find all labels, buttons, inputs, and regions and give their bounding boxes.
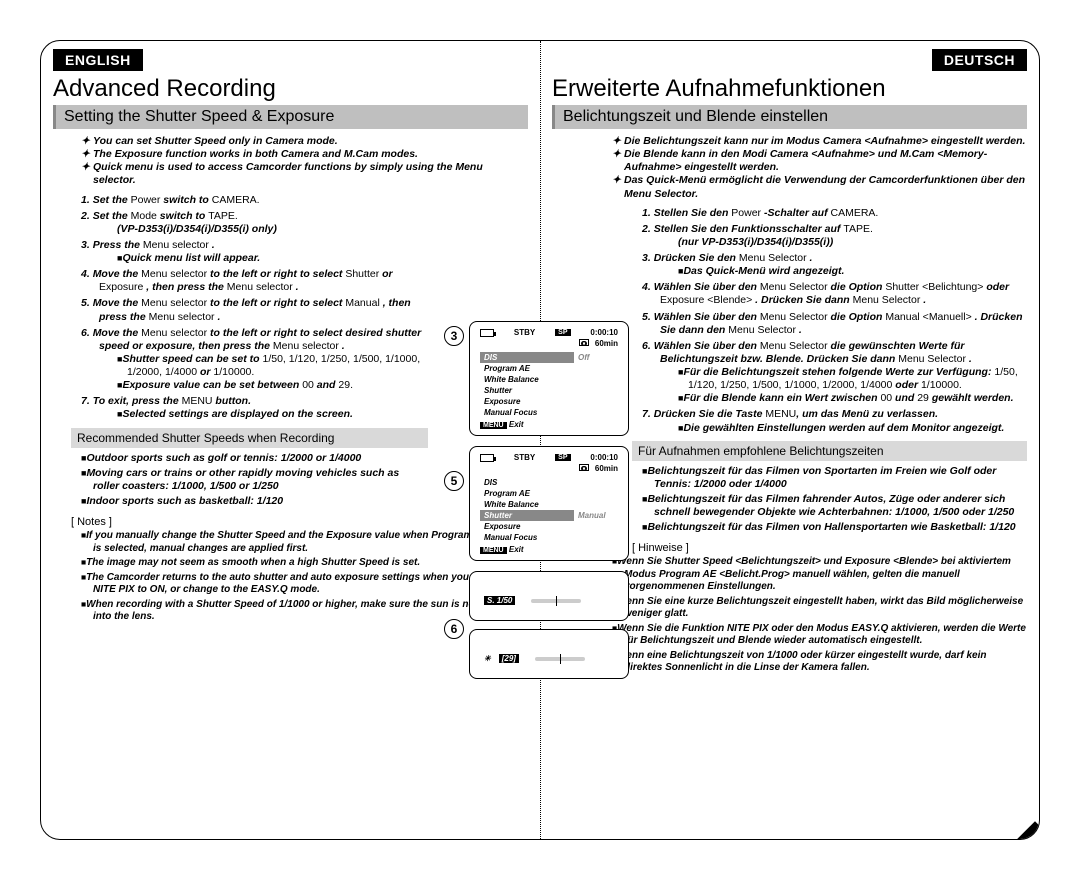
stby-label: STBY [514, 328, 535, 337]
note-item: When recording with a Shutter Speed of 1… [81, 599, 528, 624]
step-6: 6. Move the Menu selector to the left or… [81, 327, 428, 393]
bullet-item: Outdoor sports such as golf or tennis: 1… [81, 452, 428, 465]
intro-de: Die Belichtungszeit kann nur im Modus Ca… [552, 133, 1027, 207]
lcd-screen-3: STBY SP 0:00:10 60min DISOff Program AE Wh… [469, 321, 629, 436]
manual-page: ENGLISH Advanced Recording Setting the S… [40, 40, 1040, 840]
battery-icon [480, 329, 494, 337]
intro-item: Die Blende kann in den Modi Camera <Aufn… [612, 148, 1027, 174]
menu-row: DIS [480, 477, 618, 488]
callout-circle-6: 6 [444, 619, 464, 639]
exposure-value: [29] [499, 654, 519, 663]
step-2: 2. Set the Mode switch to TAPE.(VP-D353(… [81, 210, 428, 236]
remain-label: 60min [595, 339, 618, 348]
menu-row: DISOff [480, 352, 618, 363]
time-label: 0:00:10 [590, 453, 618, 462]
english-column: ENGLISH Advanced Recording Setting the S… [41, 41, 540, 839]
time-label: 0:00:10 [590, 328, 618, 337]
slider-bar [531, 599, 581, 603]
sp-label: SP [555, 329, 570, 336]
subheader-en: Recommended Shutter Speeds when Recordin… [71, 428, 428, 448]
bullet-item: Moving cars or trains or other rapidly m… [81, 467, 428, 493]
menu-row: Exposure [480, 521, 618, 532]
lang-tab-english: ENGLISH [53, 49, 143, 71]
lcd-screen-6b: ✳ [29] [469, 629, 629, 679]
step-1: 1. Set the Power switch to CAMERA. [81, 194, 428, 207]
notes-en: If you manually change the Shutter Speed… [53, 530, 528, 624]
intro-item: Quick menu is used to access Camcorder f… [81, 161, 528, 187]
battery-icon [480, 454, 494, 462]
tape-icon [579, 464, 589, 471]
step-4: 4. Move the Menu selector to the left or… [81, 268, 428, 294]
lang-tab-deutsch: DEUTSCH [932, 49, 1027, 71]
step-3: 3. Press the Menu selector . Quick menu … [81, 239, 428, 265]
intro-item: Die Belichtungszeit kann nur im Modus Ca… [612, 135, 1027, 148]
tape-icon [579, 339, 589, 346]
lcd-screen-6a: S. 1/50 [469, 571, 629, 621]
step-3: 3. Drücken Sie den Menu Selector . Das Q… [642, 252, 1027, 278]
note-item: The Camcorder returns to the auto shutte… [81, 572, 528, 597]
note-item: Wenn eine Belichtungszeit von 1/1000 ode… [612, 650, 1027, 675]
step-7: 7. To exit, press the MENU button. Selec… [81, 395, 428, 421]
intro-en: You can set Shutter Speed only in Camera… [53, 133, 528, 194]
quick-menu: DIS Program AE White Balance ShutterManu… [480, 477, 618, 543]
intro-item: Das Quick-Menü ermöglicht die Verwendung… [612, 174, 1027, 200]
notes-label-de: [ Hinweise ] [632, 542, 1027, 554]
menu-row: Manual Focus [480, 407, 618, 418]
slider-bar [535, 657, 585, 661]
step-5: 5. Move the Menu selector to the left or… [81, 297, 428, 323]
menu-exit: MENU Exit [480, 420, 618, 429]
callout-circle-5: 5 [444, 471, 464, 491]
bullet-item: Belichtungszeit für das Filmen fahrender… [642, 493, 1027, 519]
menu-row: White Balance [480, 499, 618, 510]
menu-exit: MENU Exit [480, 545, 618, 554]
sp-label: SP [555, 454, 570, 461]
shutter-value: S. 1/50 [484, 596, 515, 605]
section-header-de: Belichtungszeit und Blende einstellen [552, 105, 1027, 129]
step-6: 6. Wählen Sie über den Menu Selector die… [642, 340, 1027, 406]
step-7: 7. Drücken Sie die Taste MENU, um das Me… [642, 408, 1027, 434]
stby-label: STBY [514, 453, 535, 462]
page-title-en: Advanced Recording [53, 75, 528, 103]
remain-label: 60min [595, 464, 618, 473]
lcd-illustrations: 3 STBYSP0:00:10 60min DISOff Program AE … [469, 321, 649, 679]
steps-en: 1. Set the Power switch to CAMERA. 2. Se… [53, 194, 528, 422]
lcd-screen-5: STBY SP 0:00:10 60min DIS Program AE White… [469, 446, 629, 561]
exposure-icon: ✳ [484, 654, 491, 663]
page-title-de: Erweiterte Aufnahmefunktionen [552, 75, 1027, 103]
menu-row: Program AE [480, 363, 618, 374]
menu-row: Program AE [480, 488, 618, 499]
page-number: 57 [1021, 827, 1040, 840]
step-4: 4. Wählen Sie über den Menu Selector die… [642, 281, 1027, 307]
section-header-en: Setting the Shutter Speed & Exposure [53, 105, 528, 129]
menu-row: Exposure [480, 396, 618, 407]
note-item: Wenn Sie eine kurze Belichtungszeit eing… [612, 596, 1027, 621]
bullet-item: Indoor sports such as basketball: 1/120 [81, 495, 428, 508]
note-item: If you manually change the Shutter Speed… [81, 530, 528, 555]
step-2: 2. Stellen Sie den Funktionsschalter auf… [642, 223, 1027, 249]
subheader-de: Für Aufnahmen empfohlene Belichtungszeit… [632, 441, 1027, 461]
bullet-item: Belichtungszeit für das Filmen von Halle… [642, 521, 1027, 534]
note-item: The image may not seem as smooth when a … [81, 557, 528, 570]
menu-row: White Balance [480, 374, 618, 385]
step-5: 5. Wählen Sie über den Menu Selector die… [642, 311, 1027, 337]
intro-item: The Exposure function works in both Came… [81, 148, 528, 161]
note-item: Wenn Sie die Funktion NITE PIX oder den … [612, 623, 1027, 648]
intro-item: You can set Shutter Speed only in Camera… [81, 135, 528, 148]
menu-row: Shutter [480, 385, 618, 396]
menu-row: ShutterManual [480, 510, 618, 521]
menu-row: Manual Focus [480, 532, 618, 543]
callout-circle-3: 3 [444, 326, 464, 346]
quick-menu: DISOff Program AE White Balance Shutter … [480, 352, 618, 418]
notes-label-en: [ Notes ] [71, 516, 528, 528]
note-item: Wenn Sie Shutter Speed <Belichtungszeit>… [612, 556, 1027, 594]
bullet-item: Belichtungszeit für das Filmen von Sport… [642, 465, 1027, 491]
step-1: 1. Stellen Sie den Power -Schalter auf C… [642, 207, 1027, 220]
